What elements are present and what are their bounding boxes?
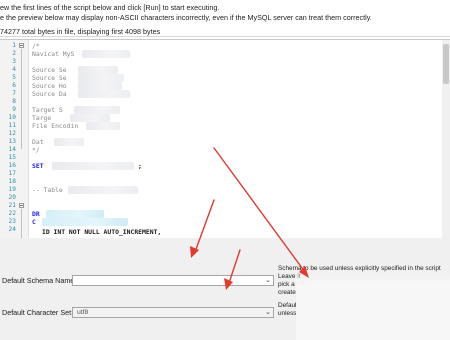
code-line: /* (32, 42, 40, 50)
line-number: 17 (8, 170, 16, 177)
line-number: 6 (12, 82, 16, 89)
redacted-text (82, 50, 130, 58)
line-number: 21 (8, 202, 16, 209)
fold-rail (21, 49, 22, 149)
watermark-overlay (296, 270, 450, 340)
line-number: 24 (8, 226, 16, 233)
character-set-label: Default Character Set: (2, 308, 74, 317)
schema-help-text: create (278, 289, 296, 296)
code-line: -- Table (32, 186, 63, 194)
line-number: 1 (12, 42, 16, 49)
line-number-gutter: 1 2 3 4 5 6 7 8 9 10 11 12 13 14 15 16 1… (0, 40, 29, 238)
code-keyword: DR (32, 210, 40, 218)
schema-name-select[interactable]: ⌄ (72, 275, 274, 286)
code-line: */ (32, 146, 40, 154)
code-line: Dat (32, 138, 44, 146)
redacted-text (54, 138, 84, 146)
redacted-text (78, 74, 124, 82)
fold-rail (21, 209, 22, 238)
redacted-text (78, 66, 118, 74)
line-number: 22 (8, 210, 16, 217)
redacted-text (68, 186, 138, 194)
character-set-select[interactable]: utf8 ⌄ (72, 307, 274, 318)
script-preview-editor[interactable]: 1 2 3 4 5 6 7 8 9 10 11 12 13 14 15 16 1… (0, 39, 450, 239)
schema-name-label: Default Schema Name: (2, 276, 77, 285)
line-number: 7 (12, 90, 16, 97)
code-line: Source Ho (32, 82, 67, 90)
code-line: Target S (32, 106, 63, 114)
fold-toggle-icon[interactable] (19, 43, 24, 48)
line-number: 2 (12, 50, 16, 57)
code-line: Source Se (32, 66, 67, 74)
code-line: Source Se (32, 74, 67, 82)
code-line: Targe (32, 114, 52, 122)
code-line-end: ; (138, 162, 142, 170)
scrollbar-thumb[interactable] (443, 44, 449, 84)
line-number: 10 (8, 114, 16, 121)
code-keyword: SET (32, 162, 44, 170)
line-number: 12 (8, 130, 16, 137)
line-number: 13 (8, 138, 16, 145)
line-number: 3 (12, 58, 16, 65)
line-number: 11 (8, 122, 16, 129)
redacted-text (42, 218, 128, 226)
code-line: File Encodin (32, 122, 79, 130)
line-number: 9 (12, 106, 16, 113)
fold-toggle-icon[interactable] (19, 203, 24, 208)
instruction-line-2: e the preview below may display non-ASCI… (0, 13, 372, 22)
code-line: Navicat MyS (32, 50, 75, 58)
redacted-text (78, 90, 130, 98)
line-number: 18 (8, 178, 16, 185)
redacted-text (74, 106, 120, 114)
code-line: Source Da (32, 90, 67, 98)
line-number: 14 (8, 146, 16, 153)
chevron-down-icon[interactable]: ⌄ (265, 276, 271, 284)
line-number: 20 (8, 194, 16, 201)
charset-help-text: unless (278, 310, 297, 317)
line-number: 23 (8, 218, 16, 225)
redacted-text (52, 162, 134, 170)
redacted-text (46, 210, 104, 218)
instruction-line-1: ew the first lines of the script below a… (0, 3, 220, 12)
editor-scrollbar[interactable] (442, 40, 450, 238)
code-line: ID INT NOT NULL AUTO_INCREMENT, (42, 228, 162, 236)
redacted-text (86, 122, 120, 130)
line-number: 19 (8, 186, 16, 193)
line-number: 8 (12, 98, 16, 105)
line-number: 16 (8, 162, 16, 169)
redacted-text (78, 82, 122, 90)
line-number: 5 (12, 74, 16, 81)
redacted-text (70, 114, 110, 122)
file-size-info: 74277 total bytes in file, displaying fi… (0, 27, 161, 36)
chevron-down-icon[interactable]: ⌄ (265, 308, 271, 316)
header-divider (0, 36, 450, 37)
line-number: 15 (8, 154, 16, 161)
code-keyword: C (32, 218, 36, 226)
line-number: 4 (12, 66, 16, 73)
character-set-value: utf8 (77, 309, 89, 316)
